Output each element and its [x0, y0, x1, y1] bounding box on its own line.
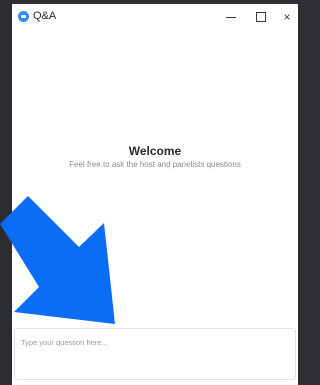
window-title: Q&A: [33, 10, 57, 22]
minimize-icon: [226, 16, 236, 18]
maximize-button[interactable]: [250, 6, 272, 28]
question-input[interactable]: [21, 335, 289, 349]
app-icon: [18, 11, 29, 22]
qa-window: Q&A × Welcome Feel free to ask the host …: [12, 4, 298, 385]
background-sidebar: [0, 0, 12, 385]
close-icon: ×: [283, 10, 291, 24]
close-button[interactable]: ×: [276, 6, 298, 28]
title-bar: Q&A ×: [12, 4, 298, 30]
welcome-subtitle: Feel free to ask the host and panelists …: [69, 160, 241, 169]
maximize-icon: [256, 12, 266, 22]
question-composer[interactable]: [14, 328, 296, 380]
welcome-heading: Welcome: [128, 144, 182, 158]
minimize-button[interactable]: [220, 6, 242, 28]
